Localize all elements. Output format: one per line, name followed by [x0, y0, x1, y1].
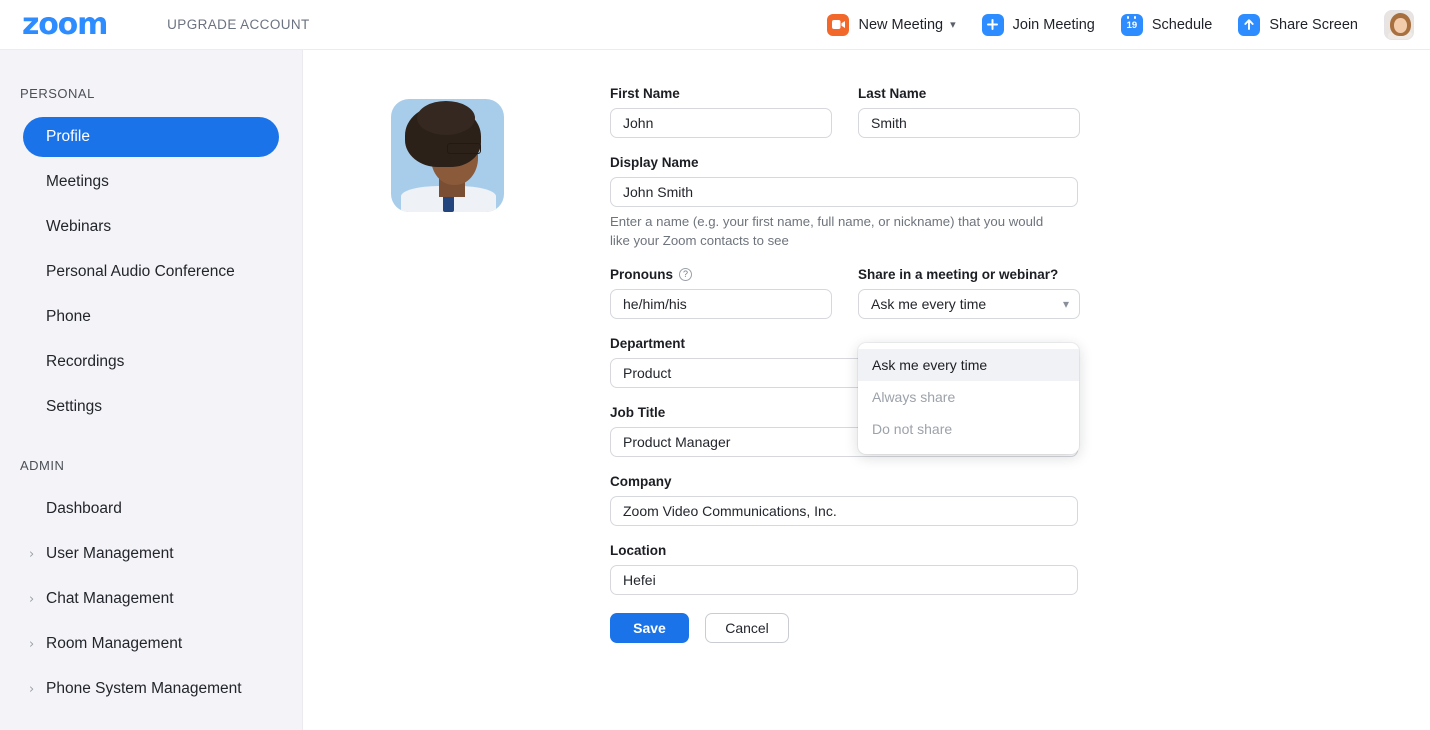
first-name-label: First Name	[610, 86, 680, 101]
sidebar-item-label: Webinars	[46, 218, 112, 235]
location-input[interactable]: Hefei	[610, 565, 1078, 596]
sidebar-item-label: Phone System Management	[46, 680, 242, 697]
sidebar-section-admin-title: ADMIN	[20, 458, 65, 473]
profile-avatar[interactable]	[391, 99, 504, 212]
company-label: Company	[610, 474, 672, 490]
sidebar-item-label: Chat Management	[46, 590, 174, 607]
sidebar-item-phone-system-management[interactable]: › Phone System Management	[23, 669, 279, 709]
display-name-label: Display Name	[610, 155, 699, 170]
sidebar-item-personal-audio-conference[interactable]: Personal Audio Conference	[23, 252, 279, 292]
sidebar-item-recordings[interactable]: Recordings	[23, 342, 279, 382]
display-name-hint: Enter a name (e.g. your first name, full…	[610, 214, 1044, 248]
dropdown-option-do-not-share[interactable]: Do not share	[858, 413, 1079, 445]
sidebar-item-phone[interactable]: Phone	[23, 297, 279, 337]
app-header: zoom UPGRADE ACCOUNT New Meeting ▾ Join …	[0, 0, 1430, 50]
join-meeting-button[interactable]: Join Meeting	[981, 13, 1095, 36]
sidebar-item-room-management[interactable]: › Room Management	[23, 624, 279, 664]
calendar-icon: 19	[1120, 13, 1143, 36]
zoom-logo[interactable]: zoom	[22, 9, 108, 40]
display-name-field-group: Display Name John Smith Enter a name (e.…	[610, 155, 1078, 250]
account-avatar[interactable]	[1384, 9, 1414, 40]
pronouns-label-text: Pronouns	[610, 267, 673, 283]
sidebar-item-webinars[interactable]: Webinars	[23, 207, 279, 247]
sidebar-item-label: Meetings	[46, 173, 109, 190]
last-name-input[interactable]: Smith	[858, 108, 1080, 138]
share-setting-label: Share in a meeting or webinar?	[858, 267, 1059, 283]
sidebar-item-chat-management[interactable]: › Chat Management	[23, 579, 279, 619]
first-name-field-group: First Name John	[610, 86, 832, 138]
last-name-label: Last Name	[858, 86, 927, 101]
share-setting-select[interactable]: Ask me every time ▾	[858, 289, 1080, 320]
cancel-button[interactable]: Cancel	[705, 613, 789, 644]
sidebar-item-profile[interactable]: Profile	[23, 117, 279, 157]
sidebar-item-user-management[interactable]: › User Management	[23, 534, 279, 574]
last-name-field-group: Last Name Smith	[858, 86, 1080, 138]
schedule-button[interactable]: 19 Schedule	[1120, 13, 1213, 36]
location-field-group: Location Hefei	[610, 543, 1078, 596]
header-actions: New Meeting ▾ Join Meeting 19 Schedule S…	[827, 9, 1430, 40]
arrow-up-icon	[1238, 13, 1261, 36]
display-name-input[interactable]: John Smith	[610, 177, 1078, 207]
chevron-down-icon: ▾	[1062, 297, 1069, 312]
pronouns-input[interactable]: he/him/his	[610, 289, 832, 320]
question-mark-icon[interactable]: ?	[679, 268, 692, 282]
company-field-group: Company Zoom Video Communications, Inc.	[610, 474, 1078, 527]
pronouns-field-group: Pronouns ? he/him/his	[610, 267, 832, 320]
save-button[interactable]: Save	[610, 613, 689, 644]
join-meeting-label: Join Meeting	[1012, 16, 1095, 33]
sidebar-item-label: Personal Audio Conference	[46, 263, 235, 280]
share-setting-field-group: Share in a meeting or webinar? Ask me ev…	[858, 267, 1080, 320]
dropdown-option-ask-me-every-time[interactable]: Ask me every time	[858, 349, 1079, 381]
sidebar-item-label: Phone	[46, 308, 91, 325]
plus-icon	[981, 13, 1004, 36]
share-screen-label: Share Screen	[1269, 16, 1358, 33]
share-setting-dropdown-menu: Ask me every time Always share Do not sh…	[858, 343, 1079, 454]
sidebar-item-label: Recordings	[46, 353, 125, 370]
chevron-right-icon: ›	[29, 546, 35, 562]
pronouns-label: Pronouns ?	[610, 267, 832, 282]
schedule-label: Schedule	[1151, 16, 1213, 33]
page-body: PERSONAL Profile Meetings Webinars Perso…	[0, 50, 1430, 730]
sidebar-item-dashboard[interactable]: Dashboard	[23, 489, 279, 529]
new-meeting-label: New Meeting	[858, 16, 944, 33]
chevron-down-icon[interactable]: ▾	[950, 18, 956, 31]
chevron-right-icon: ›	[29, 636, 35, 652]
sidebar-item-meetings[interactable]: Meetings	[23, 162, 279, 202]
form-actions: Save Cancel	[610, 613, 1080, 644]
sidebar-item-label: User Management	[46, 545, 174, 562]
sidebar-item-label: Room Management	[46, 635, 183, 652]
sidebar-item-label: Profile	[46, 128, 90, 145]
chevron-right-icon: ›	[29, 681, 35, 697]
calendar-day: 19	[1126, 19, 1138, 31]
share-screen-button[interactable]: Share Screen	[1238, 13, 1358, 36]
video-camera-icon	[827, 13, 850, 36]
chevron-right-icon: ›	[29, 591, 35, 607]
profile-main: First Name John Last Name Smith Display …	[303, 50, 1430, 730]
first-name-input[interactable]: John	[610, 108, 832, 138]
share-setting-value: Ask me every time	[871, 296, 987, 313]
upgrade-account-link[interactable]: UPGRADE ACCOUNT	[167, 17, 310, 32]
sidebar-item-label: Settings	[46, 398, 103, 415]
sidebar-section-personal-title: PERSONAL	[20, 86, 95, 101]
sidebar-item-label: Dashboard	[46, 500, 122, 517]
new-meeting-button[interactable]: New Meeting ▾	[827, 13, 956, 36]
sidebar-item-settings[interactable]: Settings	[23, 387, 279, 427]
profile-form: First Name John Last Name Smith Display …	[610, 86, 1080, 644]
sidebar: PERSONAL Profile Meetings Webinars Perso…	[0, 50, 303, 730]
company-input[interactable]: Zoom Video Communications, Inc.	[610, 496, 1078, 527]
location-label: Location	[610, 543, 667, 559]
dropdown-option-always-share[interactable]: Always share	[858, 381, 1079, 413]
